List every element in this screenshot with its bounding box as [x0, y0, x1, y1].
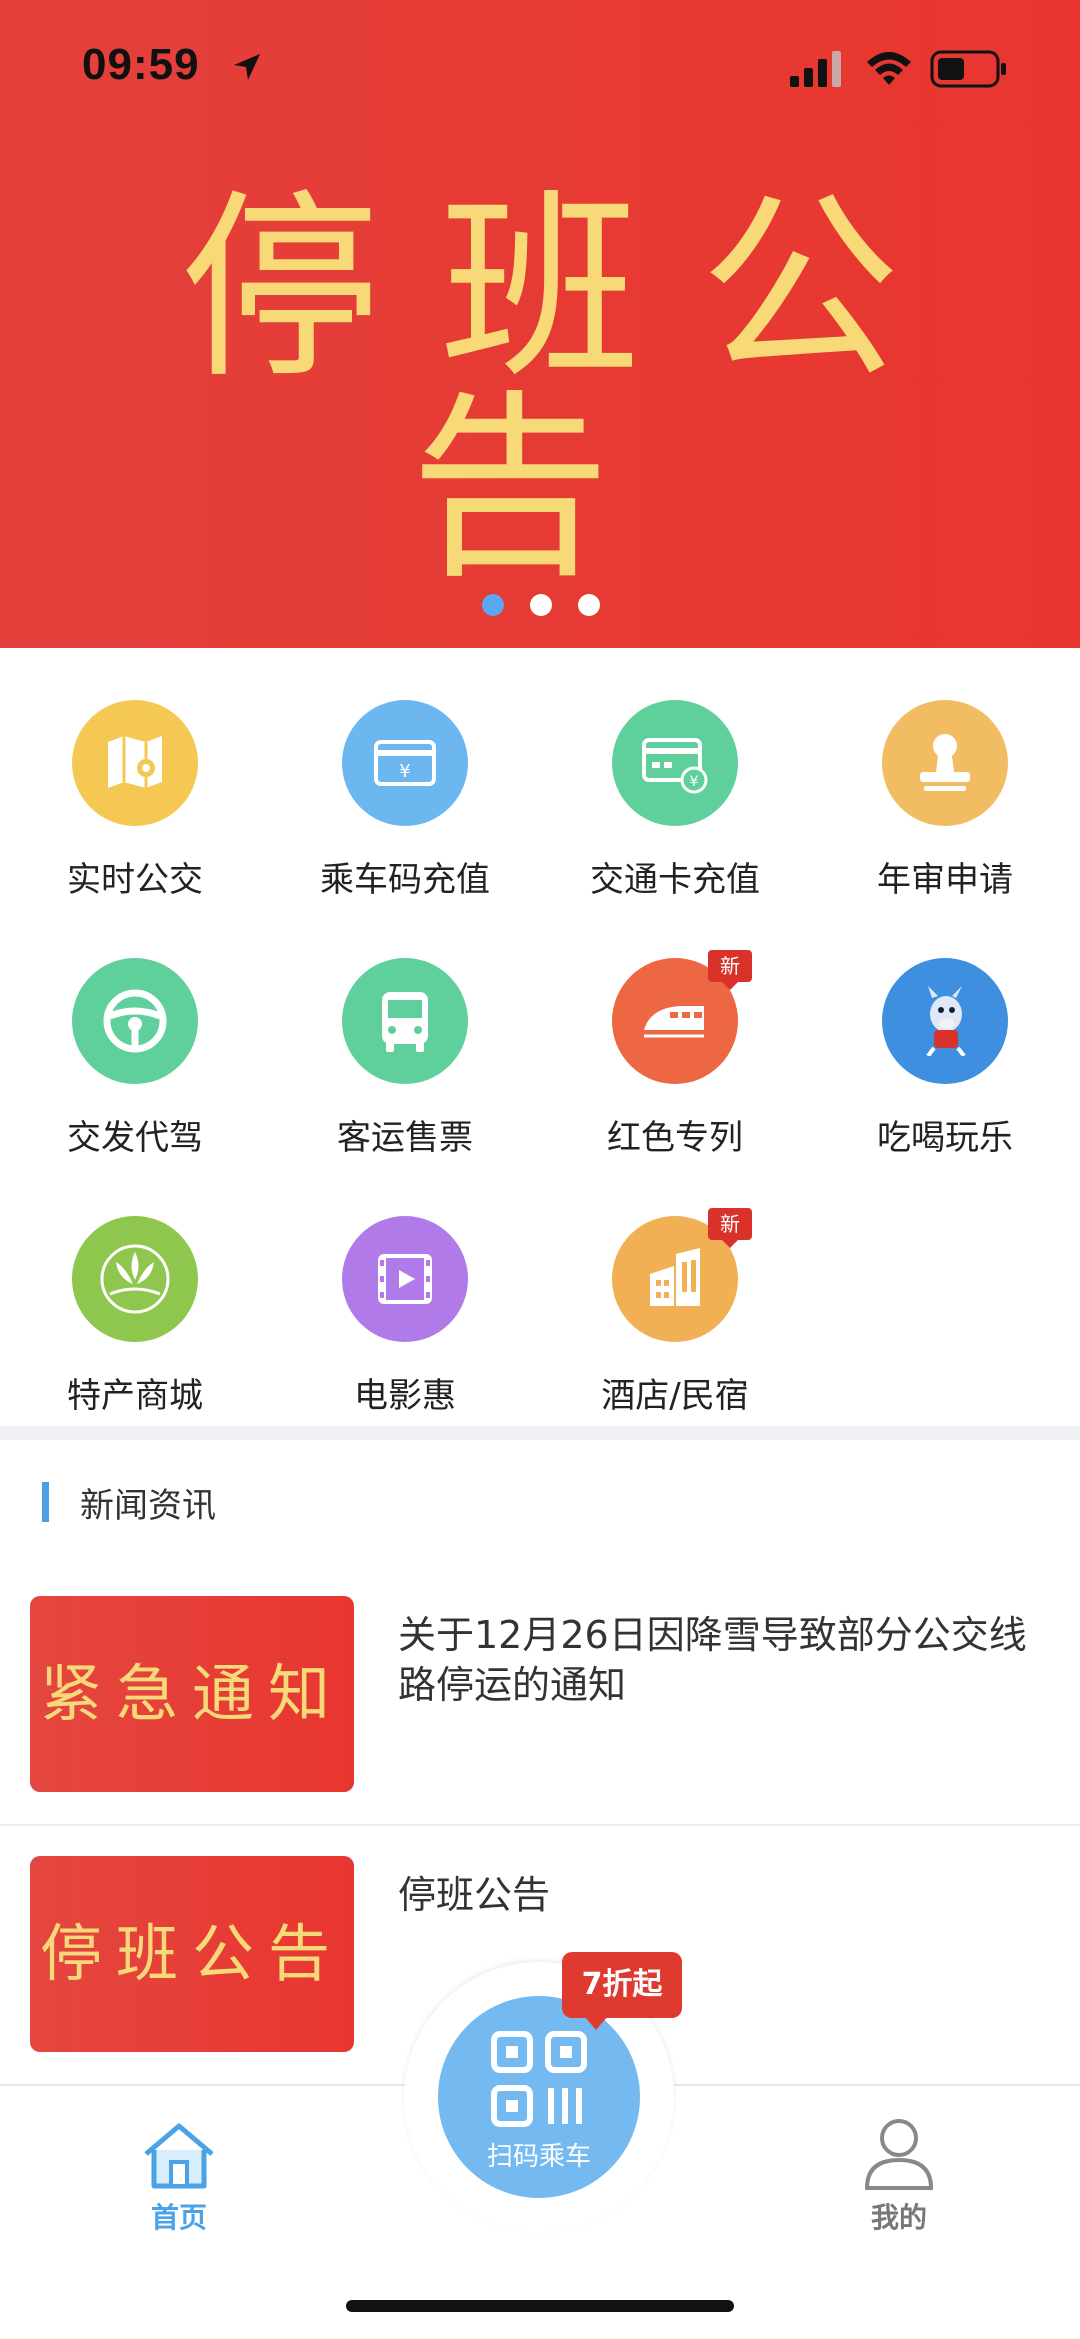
transit-card-icon: ¥ — [612, 700, 738, 826]
card-yuan-icon: ¥ — [342, 700, 468, 826]
service-transit-card-topup[interactable]: ¥ 交通卡充值 — [540, 680, 810, 930]
carousel-indicator[interactable] — [480, 594, 610, 618]
scan-to-ride-button[interactable]: 扫码乘车 — [438, 1996, 640, 2198]
bus-icon — [342, 958, 468, 1084]
service-hotel-homestay[interactable]: 新 酒店/民宿 — [540, 1196, 810, 1446]
user-icon — [864, 2119, 934, 2190]
steering-wheel-icon — [72, 958, 198, 1084]
carousel-dot-1[interactable] — [482, 594, 504, 616]
svg-text:¥: ¥ — [399, 761, 410, 782]
service-label: 乘车码充值 — [320, 860, 490, 900]
news-title: 停班公告 — [398, 1873, 551, 1917]
section-divider — [0, 1426, 1080, 1440]
film-icon — [342, 1216, 468, 1342]
discount-badge: 7折起 — [562, 1952, 682, 2030]
tab-home[interactable]: 首页 — [120, 2120, 238, 2236]
cellular-signal-icon — [790, 51, 841, 87]
battery-icon — [930, 50, 1006, 88]
service-realtime-bus[interactable]: 实时公交 — [0, 680, 270, 930]
service-label: 交通卡充值 — [590, 860, 760, 900]
wifi-icon — [867, 52, 911, 85]
service-red-train[interactable]: 新 红色专列 — [540, 938, 810, 1188]
hero-banner[interactable]: 09:59 停班公告 — [0, 0, 1080, 648]
service-label: 交发代驾 — [67, 1118, 203, 1158]
service-coach-tickets[interactable]: 客运售票 — [270, 938, 540, 1188]
service-label: 特产商城 — [67, 1376, 203, 1416]
service-label: 吃喝玩乐 — [877, 1118, 1013, 1158]
new-badge: 新 — [708, 1208, 752, 1248]
location-arrow-icon — [234, 54, 260, 80]
donkey-mascot-icon — [882, 958, 1008, 1084]
tab-label: 首页 — [150, 2201, 207, 2234]
banner-title: 停班公告 — [179, 173, 960, 606]
home-indicator — [346, 2300, 734, 2312]
tab-mine[interactable]: 我的 — [840, 2116, 958, 2236]
service-label: 客运售票 — [337, 1118, 473, 1158]
tab-label: 我的 — [870, 2201, 927, 2234]
service-annual-review[interactable]: 年审申请 — [810, 680, 1080, 930]
news-thumbnail: 停班公告 — [30, 1856, 354, 2052]
service-specialty-mall[interactable]: 特产商城 — [0, 1196, 270, 1446]
service-label: 红色专列 — [607, 1118, 743, 1158]
service-movie-deals[interactable]: 电影惠 — [270, 1196, 540, 1446]
specialty-logo-icon — [72, 1216, 198, 1342]
new-badge: 新 — [708, 950, 752, 990]
service-grid: 实时公交 ¥ 乘车码充值 ¥ 交通卡充值 年审申请 交发代驾 客运售票 新 红色… — [0, 660, 1080, 1420]
status-time: 09:59 — [82, 40, 200, 89]
news-section-title: 新闻资讯 — [80, 1486, 216, 1526]
svg-text:¥: ¥ — [690, 774, 699, 790]
service-label: 电影惠 — [354, 1376, 456, 1416]
service-ride-code-topup[interactable]: ¥ 乘车码充值 — [270, 680, 540, 930]
carousel-dot-3[interactable] — [578, 594, 600, 616]
stamp-icon — [882, 700, 1008, 826]
service-chauffeur[interactable]: 交发代驾 — [0, 938, 270, 1188]
qr-code-icon — [491, 2031, 587, 2127]
service-label: 年审申请 — [877, 860, 1013, 900]
news-item[interactable]: 紧急通知 关于12月26日因降雪导致部分公交线路停运的通知 — [0, 1596, 1080, 1846]
scan-label: 扫码乘车 — [486, 2142, 591, 2172]
service-label: 酒店/民宿 — [601, 1376, 749, 1416]
section-accent-bar — [42, 1482, 49, 1522]
service-label: 实时公交 — [67, 860, 203, 900]
news-title: 关于12月26日因降雪导致部分公交线路停运的通知 — [398, 1613, 1027, 1707]
home-icon — [144, 2123, 214, 2189]
service-food-fun[interactable]: 吃喝玩乐 — [810, 938, 1080, 1188]
news-thumbnail: 紧急通知 — [30, 1596, 354, 1792]
map-pin-icon — [72, 700, 198, 826]
carousel-dot-2[interactable] — [530, 594, 552, 616]
list-divider — [0, 1824, 1080, 1826]
